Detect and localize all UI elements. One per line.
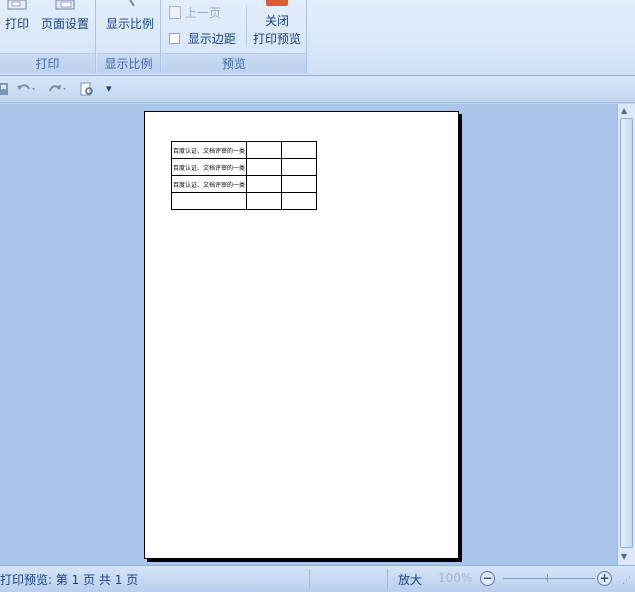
close-icon (266, 0, 288, 6)
scrollbar-thumb[interactable] (620, 118, 633, 548)
ribbon: 打印 页面设置 打印 显示比例 显示比例 上一页 显示边距 关闭 打印预览 预览 (0, 0, 635, 76)
table-row: 百度认证、文档评审的一类 (170, 141, 318, 159)
close-preview-line1: 关闭 (264, 14, 289, 28)
ribbon-group-zoom: 显示比例 显示比例 (97, 0, 161, 73)
status-divider (309, 569, 310, 589)
close-preview-button[interactable]: 关闭 打印预览 (250, 0, 304, 47)
table-row: 百度认证、文档评审的一类 (170, 175, 318, 193)
ribbon-group-zoom-label: 显示比例 (97, 53, 160, 73)
table-cell (246, 192, 283, 210)
print-button-label: 打印 (4, 17, 29, 31)
page-setup-icon (55, 0, 75, 10)
zoom-slider[interactable] (503, 578, 595, 579)
scroll-up-icon[interactable]: ▲ (621, 106, 627, 115)
show-margins-checkbox[interactable]: 显示边距 (169, 30, 236, 47)
zoom-in-icon[interactable]: + (597, 571, 612, 586)
undo-icon[interactable] (16, 83, 36, 95)
checkbox-icon (169, 33, 180, 44)
table-cell (281, 158, 318, 176)
table-row (170, 192, 318, 210)
quick-access-toolbar: ▾ (0, 76, 635, 103)
resize-grip-icon[interactable]: ⋰ (622, 576, 631, 586)
ribbon-group-print: 打印 页面设置 打印 (0, 0, 96, 73)
vertical-scrollbar[interactable]: ▲ ▼ (617, 104, 635, 565)
table-cell (281, 175, 318, 193)
table-cell: 百度认证、文档评审的一类 (170, 175, 248, 193)
prev-page-button[interactable]: 上一页 (169, 4, 221, 21)
zoom-button-label: 显示比例 (105, 17, 154, 31)
ribbon-group-preview: 上一页 显示边距 关闭 打印预览 预览 (162, 0, 307, 73)
zoom-slider-thumb[interactable] (547, 574, 548, 582)
magnifier-icon (129, 0, 135, 7)
print-preview-icon[interactable] (80, 82, 94, 96)
redo-icon[interactable] (47, 83, 67, 95)
preview-page: 百度认证、文档评审的一类 百度认证、文档评审的一类 百度认证、文档评审的一类 (144, 111, 459, 559)
page-setup-button-label: 页面设置 (40, 17, 89, 31)
status-page-info: 打印预览: 第 1 页 共 1 页 (0, 573, 139, 587)
customize-toolbar-icon[interactable]: ▾ (106, 82, 112, 95)
table-cell: 百度认证、文档评审的一类 (170, 158, 248, 176)
print-button[interactable]: 打印 (2, 0, 32, 32)
save-icon[interactable] (0, 83, 8, 95)
prev-page-label: 上一页 (184, 6, 221, 20)
zoom-level[interactable]: 100% (438, 571, 472, 585)
table-cell (246, 158, 283, 176)
document-table: 百度认证、文档评审的一类 百度认证、文档评审的一类 百度认证、文档评审的一类 (170, 141, 318, 210)
table-cell (246, 175, 283, 193)
page-setup-button[interactable]: 页面设置 (38, 0, 92, 32)
zoom-out-icon[interactable]: − (480, 571, 495, 586)
table-row: 百度认证、文档评审的一类 (170, 158, 318, 176)
print-preview-area: 百度认证、文档评审的一类 百度认证、文档评审的一类 百度认证、文档评审的一类 (0, 104, 617, 565)
table-cell: 百度认证、文档评审的一类 (170, 141, 248, 159)
table-cell (170, 192, 248, 210)
ribbon-group-print-label: 打印 (0, 53, 95, 73)
zoom-button[interactable]: 显示比例 (102, 0, 158, 32)
ribbon-group-preview-label: 预览 (162, 53, 306, 73)
scroll-down-icon[interactable]: ▼ (621, 552, 627, 561)
table-cell (281, 192, 318, 210)
prev-page-icon (169, 6, 181, 19)
show-margins-label: 显示边距 (187, 32, 236, 46)
zoom-in-label[interactable]: 放大 (398, 571, 422, 588)
table-cell (281, 141, 318, 159)
table-cell (246, 141, 283, 159)
status-bar: 打印预览: 第 1 页 共 1 页 放大 100% − + ⋰ (0, 565, 635, 592)
ribbon-separator (246, 6, 247, 46)
status-divider (387, 569, 388, 589)
close-preview-line2: 打印预览 (252, 32, 301, 46)
printer-icon (7, 0, 27, 10)
